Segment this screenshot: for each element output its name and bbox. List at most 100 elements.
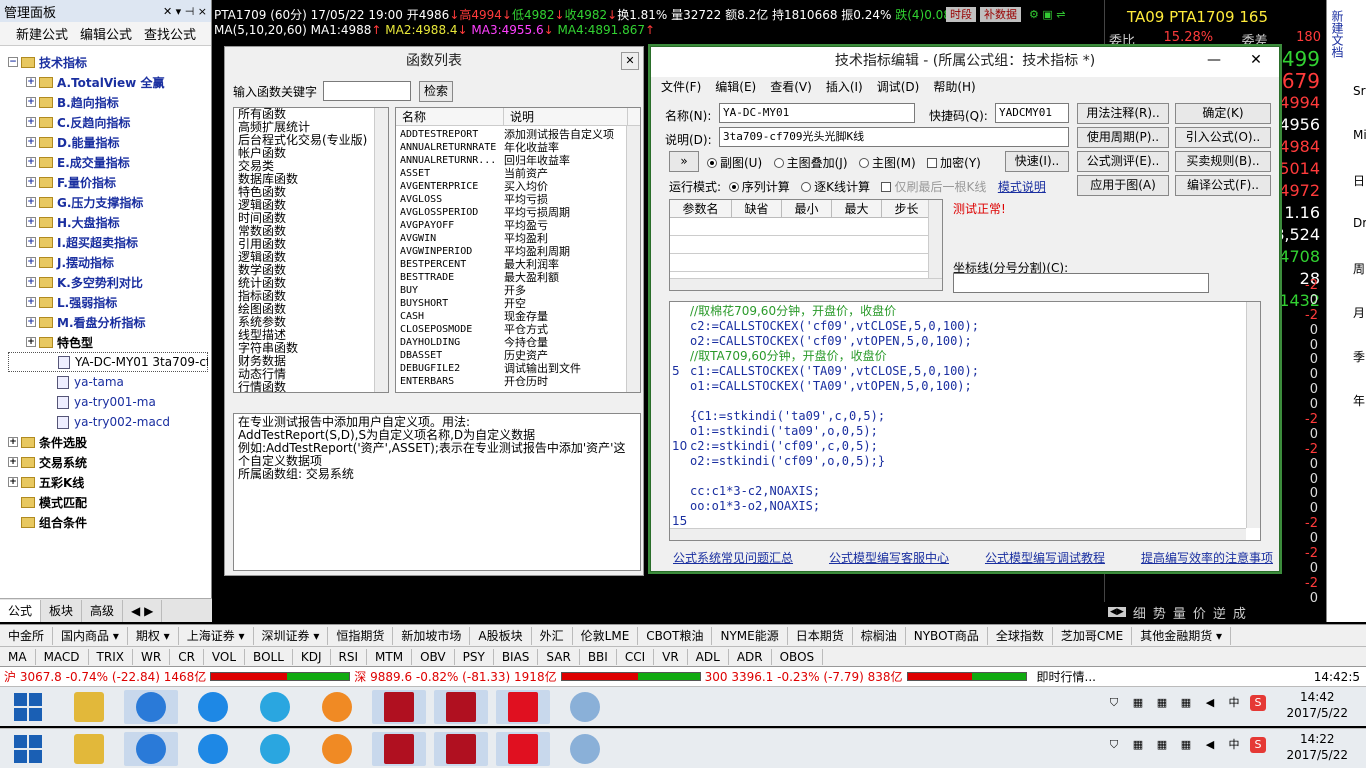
function-row[interactable]: AVGWIN 平均盈利 [396,232,628,245]
tree-node[interactable]: + I.超买超卖指标 [8,232,208,252]
market-tab[interactable]: 恒指期货 [328,626,394,645]
clock[interactable]: 14:42 2017/5/22 [1286,689,1348,721]
browser-icon[interactable] [248,732,302,766]
indicator-tab[interactable]: WR [133,648,171,665]
radio-subchart[interactable]: 副图(U) [707,156,762,170]
windows-start-icon[interactable] [14,735,44,765]
wh6-tray-icon[interactable]: ▦ [1178,737,1194,753]
expand-toggle-icon[interactable]: + [8,437,18,447]
ok-button[interactable]: 确定(K) [1175,103,1271,124]
help-link[interactable]: 公式模型编写调试教程 [985,549,1105,566]
param-col-header[interactable]: 缺省 [732,200,782,217]
param-grid[interactable] [670,218,928,280]
expand-toggle-icon[interactable]: + [26,177,36,187]
windows-start-icon[interactable] [14,693,44,723]
tree-node[interactable]: + J.摆动指标 [8,252,208,272]
function-row[interactable]: AVGLOSSPERIOD 平均亏损周期 [396,206,628,219]
keyword-input[interactable] [323,81,411,101]
tree-node[interactable]: + L.强弱指标 [8,292,208,312]
tab-advanced[interactable]: 高级 [82,599,124,622]
panel-controls-icon[interactable]: ✕ ▾ ⊣ × [163,5,207,18]
param-col-header[interactable]: 参数名 [670,200,732,217]
param-col-header[interactable]: 步长 [882,200,932,217]
name-input[interactable]: YA-DC-MY01 [719,103,915,123]
tab-scroll-arrows-icon[interactable]: ◀ ▶ [123,599,163,622]
indicator-tab[interactable]: PSY [455,648,494,665]
menu-item[interactable]: 文件(F) [661,77,701,97]
compile-formula-button[interactable]: 编译公式(F).. [1175,175,1271,196]
market-tab[interactable]: 国内商品 ▾ [53,626,128,645]
orange-app-icon[interactable] [310,690,364,724]
hotkey-input[interactable]: YADCMY01 [995,103,1069,123]
shield-icon[interactable]: ⛉ [1106,695,1122,711]
mode-help-link[interactable]: 模式说明 [998,180,1046,194]
radio-per-bar[interactable]: 逐K线计算 [801,180,870,194]
function-row[interactable]: AVGENTERPRICE 买入均价 [396,180,628,193]
ie-icon[interactable] [186,732,240,766]
function-row[interactable]: ENTERBARS 开仓历时 [396,375,628,388]
function-row[interactable]: DAYHOLDING 今持仓量 [396,336,628,349]
expand-toggle-icon[interactable]: + [26,297,36,307]
volume-icon[interactable]: ◀ [1202,737,1218,753]
indicator-tab[interactable]: RSI [331,648,368,665]
function-row[interactable]: ADDTESTREPORT 添加测试报告自定义项 [396,128,628,141]
wh6-tray-icon[interactable]: ▦ [1178,695,1194,711]
ime-indicator[interactable]: 中 [1226,737,1242,753]
expand-toggle-icon[interactable]: + [8,457,18,467]
ie-icon[interactable] [186,690,240,724]
radio-mainchart[interactable]: 主图(M) [858,156,916,170]
expand-toggle-icon[interactable]: + [26,237,36,247]
market-tab[interactable]: 全球指数 [988,626,1053,645]
expand-toggle-icon[interactable]: − [8,57,18,67]
side-item[interactable]: 周 [1353,260,1365,277]
market-tab[interactable]: 芝加哥CME [1053,626,1133,645]
function-row[interactable]: AVGPAYOFF 平均盈亏 [396,219,628,232]
market-tab[interactable]: 新加坡市场 [393,626,471,645]
function-row[interactable]: CASH 现金存量 [396,310,628,323]
speed-button[interactable]: 快速(I).. [1005,151,1069,172]
expand-toggle-icon[interactable]: + [8,477,18,487]
expand-toggle-icon[interactable]: + [26,217,36,227]
tree-node[interactable]: YA-DC-MY01 3ta709-cf [8,352,208,372]
market-tab[interactable]: 外汇 [532,626,573,645]
tree-node[interactable]: + M.看盘分析指标 [8,312,208,332]
sogou-icon[interactable] [124,732,178,766]
category-item[interactable]: 行情函数 [234,381,388,393]
tab-formula[interactable]: 公式 [0,599,42,622]
category-list[interactable]: 所有函数 高频扩展统计 后台程式化交易(专业版) 帐户函数 交易类 数据库函数 特色函数 逻辑… [233,107,389,393]
tree-node[interactable]: + 五彩K线 [8,472,208,492]
sogou-icon[interactable] [124,690,178,724]
expand-toggle-icon[interactable]: + [26,157,36,167]
close-icon[interactable]: ✕ [621,52,639,70]
code-editor[interactable]: 5 10 15 //取棉花709,60分钟，开盘价，收盘价 c2:=CALLSTOCK… [669,301,1261,541]
tree-node[interactable]: ya-try002-macd [8,412,208,432]
indicator-tab[interactable]: CR [170,648,204,665]
col-name[interactable]: 名称 [396,108,504,125]
function-row[interactable]: ASSET 当前资产 [396,167,628,180]
param-table[interactable]: 参数名 缺省 最小 最大 步长 [669,199,943,291]
trade-rules-button[interactable]: 买卖规则(B).. [1175,151,1271,172]
wh8-tray-icon[interactable]: ▦ [1154,695,1170,711]
formula-test-button[interactable]: 公式测评(E).. [1077,151,1169,172]
tool-icons[interactable]: ⚙ ▣ ⇌ [1025,7,1069,22]
tree-node[interactable]: + C.反趋向指标 [8,112,208,132]
period-tag-button[interactable]: 时段 [946,7,976,22]
file-explorer-icon[interactable] [62,690,116,724]
function-row[interactable]: BUYSHORT 开空 [396,297,628,310]
expand-button[interactable]: » [669,151,699,172]
indicator-tab[interactable]: ADR [729,648,772,665]
scrollbar[interactable] [1246,302,1260,528]
app-tray-icon[interactable]: ▦ [1130,695,1146,711]
market-tab[interactable]: CBOT粮油 [638,626,713,645]
file-explorer-icon[interactable] [62,732,116,766]
indicator-tab[interactable]: MTM [367,648,413,665]
minimize-icon[interactable]: — [1197,49,1231,71]
volume-icon[interactable]: ◀ [1202,695,1218,711]
indicator-tab[interactable]: MACD [36,648,89,665]
tree-node[interactable]: 组合条件 [8,512,208,532]
function-row[interactable]: DEBUGFILE2 调试输出到文件 [396,362,628,375]
radio-sequence[interactable]: 序列计算 [728,180,790,194]
function-row[interactable]: AVGWINPERIOD 平均盈利周期 [396,245,628,258]
formula-editor-icon[interactable] [496,732,550,766]
function-row[interactable]: AVGLOSS 平均亏损 [396,193,628,206]
